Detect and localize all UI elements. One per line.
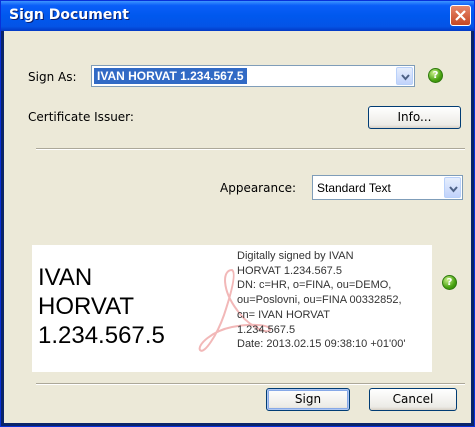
- dialog-body: Sign As: IVAN HORVAT 1.234.567.5 ? Certi…: [4, 31, 471, 423]
- signature-details: Digitally signed by IVAN HORVAT 1.234.56…: [237, 249, 432, 352]
- separator: [36, 148, 465, 150]
- detail-line: HORVAT 1.234.567.5: [237, 264, 342, 277]
- cancel-button[interactable]: Cancel: [369, 388, 457, 411]
- detail-line: Date: 2013.02.15 09:38:10 +01'00': [237, 338, 406, 351]
- sign-document-dialog: Sign Document Sign As: IVAN HORVAT 1.234…: [0, 0, 475, 427]
- separator: [36, 383, 465, 385]
- help-icon[interactable]: ?: [428, 68, 443, 83]
- name-line: IVAN: [38, 264, 93, 291]
- name-line: 1.234.567.5: [38, 322, 165, 349]
- appearance-label: Appearance:: [220, 181, 297, 195]
- detail-line: Digitally signed by IVAN: [237, 250, 354, 262]
- title-bar[interactable]: Sign Document: [1, 1, 474, 31]
- sign-as-value: IVAN HORVAT 1.234.567.5: [94, 68, 247, 84]
- close-button[interactable]: [450, 5, 471, 26]
- info-button[interactable]: Info...: [368, 106, 461, 129]
- chevron-down-icon: [449, 186, 458, 193]
- appearance-dropdown-button[interactable]: [444, 177, 461, 198]
- detail-line: ou=Poslovni, ou=FINA 00332852,: [237, 294, 402, 307]
- appearance-select[interactable]: Standard Text: [312, 175, 463, 200]
- signer-name-large: IVAN HORVAT 1.234.567.5: [38, 263, 165, 350]
- help-icon[interactable]: ?: [442, 275, 457, 290]
- sign-button[interactable]: Sign: [266, 388, 350, 411]
- certificate-issuer-label: Certificate Issuer:: [28, 110, 134, 124]
- detail-line: DN: c=HR, o=FINA, ou=DEMO,: [237, 279, 392, 292]
- name-line: HORVAT: [38, 293, 135, 320]
- detail-line: cn= IVAN HORVAT: [237, 308, 331, 321]
- sign-as-label: Sign As:: [28, 70, 77, 84]
- detail-line: 1.234.567.5: [237, 323, 296, 336]
- signature-preview: IVAN HORVAT 1.234.567.5 Digitally signed…: [32, 245, 432, 372]
- window-title: Sign Document: [9, 7, 129, 23]
- close-icon: [455, 10, 466, 21]
- sign-as-dropdown-button[interactable]: [396, 67, 413, 85]
- appearance-value: Standard Text: [317, 181, 391, 195]
- sign-as-select[interactable]: IVAN HORVAT 1.234.567.5: [91, 65, 415, 87]
- chevron-down-icon: [401, 74, 410, 81]
